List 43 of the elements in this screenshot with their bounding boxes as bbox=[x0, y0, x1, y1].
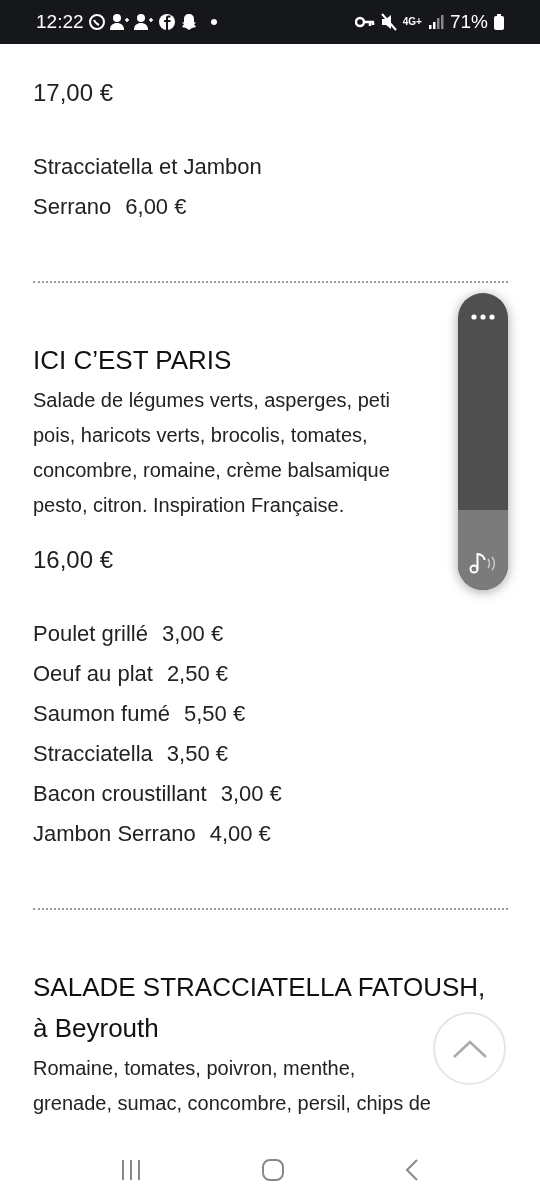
sound-panel[interactable] bbox=[458, 293, 508, 590]
dish-title: ICI C’EST PARIS bbox=[33, 344, 232, 377]
dish-description: Romaine, tomates, poivron, menthe, grenade, sumac, concombre, persil, chips de bbox=[33, 1056, 432, 1116]
chat-icon bbox=[87, 13, 106, 31]
extra-name: Bacon croustillant bbox=[33, 780, 207, 808]
ghost-icon bbox=[179, 13, 198, 31]
volume-fill[interactable] bbox=[458, 509, 508, 590]
extra-name: Serrano bbox=[33, 193, 112, 221]
chevron-up-icon bbox=[451, 1038, 488, 1059]
extra-price: 3,50 € bbox=[166, 740, 228, 768]
mute-icon bbox=[380, 13, 397, 31]
extra-price: 6,00 € bbox=[125, 193, 187, 221]
dish-price: 17,00 € bbox=[33, 79, 114, 106]
extra-price: 4,00 € bbox=[209, 820, 271, 848]
battery-icon bbox=[494, 14, 504, 30]
network-label: 4G+ bbox=[402, 17, 422, 27]
extra-name: Poulet grillé bbox=[33, 620, 148, 648]
dish-price: 16,00 € bbox=[33, 546, 114, 573]
extra-price: 3,00 € bbox=[220, 780, 282, 808]
extra-name: Jambon Serrano bbox=[33, 820, 196, 848]
back-icon[interactable] bbox=[404, 1158, 421, 1182]
dish-description: Salade de légumes verts, asperges, peti pois, haricots verts, brocolis, tomates, concombre, romaine, crème balsamique pesto, citron. Inspiration Française. bbox=[33, 388, 391, 518]
clock-time: 12:22 bbox=[36, 9, 84, 34]
extra-name: Stracciatella et Jambon bbox=[33, 153, 262, 181]
extra-price: 5,50 € bbox=[183, 700, 246, 728]
dish-title: à Beyrouth bbox=[33, 1012, 159, 1045]
extra-price: 3,00 € bbox=[161, 620, 224, 648]
battery-percent: 71% bbox=[449, 9, 488, 34]
dish-title: SALADE STRACCIATELLA FATOUSH, bbox=[33, 971, 486, 1004]
dot-icon bbox=[209, 18, 218, 26]
music-note-icon[interactable] bbox=[469, 551, 497, 575]
more-icon[interactable] bbox=[471, 314, 495, 320]
extra-name: Saumon fumé bbox=[33, 700, 170, 728]
add-person-icon bbox=[133, 13, 154, 31]
signal-icon bbox=[427, 14, 444, 30]
recent-apps-icon[interactable] bbox=[119, 1159, 142, 1181]
extra-price: 2,50 € bbox=[166, 660, 229, 688]
extra-name: Stracciatella bbox=[33, 740, 153, 768]
social-icon bbox=[157, 13, 176, 31]
key-icon bbox=[354, 16, 375, 28]
extra-name: Oeuf au plat bbox=[33, 660, 153, 688]
add-person-icon bbox=[109, 13, 130, 31]
home-icon[interactable] bbox=[261, 1158, 285, 1182]
